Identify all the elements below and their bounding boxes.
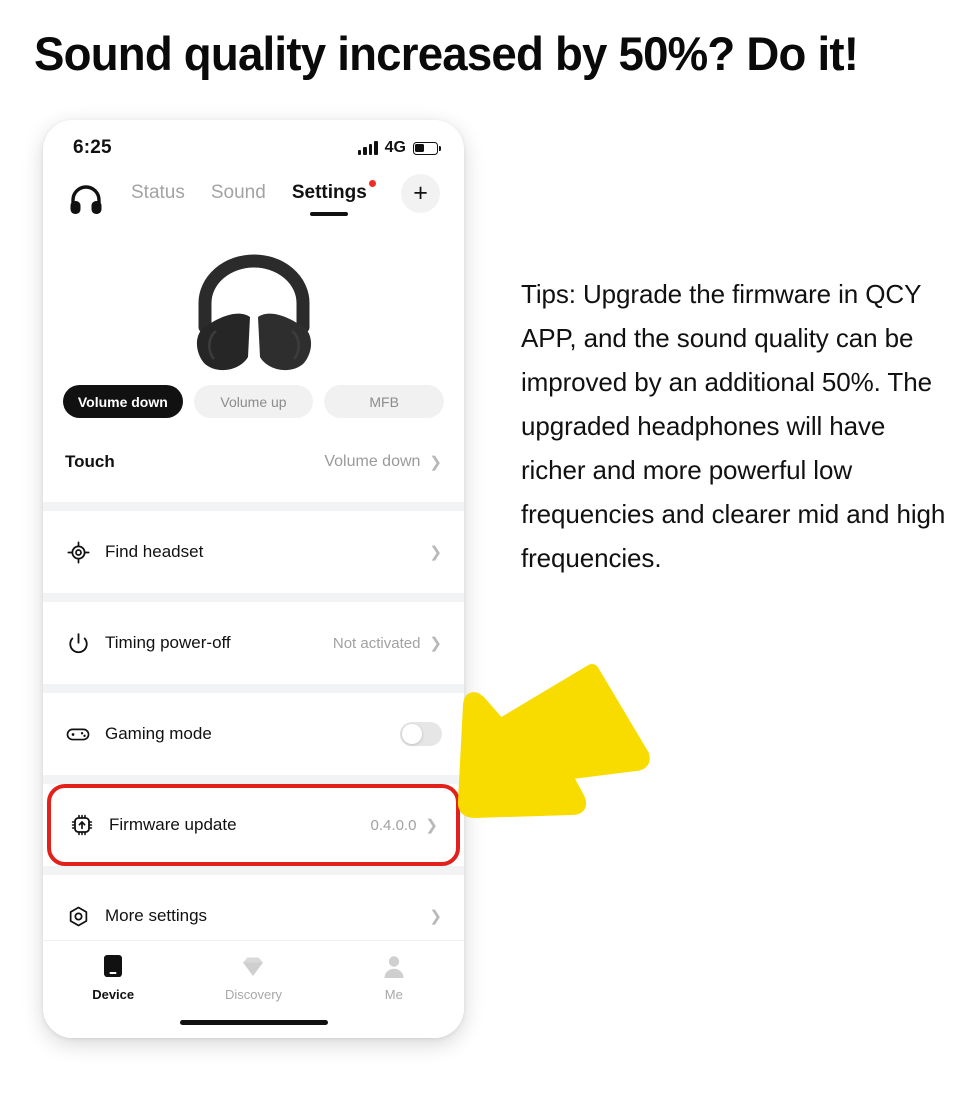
status-bar: 6:25 4G [43, 120, 464, 166]
network-label: 4G [384, 139, 406, 156]
target-icon [65, 539, 91, 565]
chevron-right-icon: ❯ [429, 453, 442, 471]
yellow-arrow-annotation [452, 663, 652, 843]
page-title: Sound quality increased by 50%? Do it! [34, 27, 859, 80]
phone-mockup: 6:25 4G Status Sound Settings + Volume d… [43, 120, 464, 1038]
chip-volume-down[interactable]: Volume down [63, 385, 183, 418]
home-indicator [179, 1020, 328, 1025]
row-gaming-mode-label: Gaming mode [105, 724, 212, 743]
tab-status[interactable]: Status [131, 182, 185, 216]
nav-item-me-label: Me [384, 987, 403, 1002]
touch-label: Touch [65, 452, 115, 471]
status-indicators: 4G [357, 139, 441, 157]
app-header: Status Sound Settings + [43, 166, 464, 229]
phone-icon [104, 955, 123, 977]
power-icon [65, 630, 91, 656]
signal-bars-icon [357, 141, 378, 155]
battery-icon [413, 141, 441, 155]
chevron-right-icon: ❯ [425, 816, 438, 834]
control-chip-group: Volume down Volume up MFB [43, 379, 464, 418]
row-gaming-mode[interactable]: Gaming mode [43, 693, 464, 775]
row-timing-power-off-label: Timing power-off [105, 633, 231, 652]
row-timing-power-off[interactable]: Timing power-off Not activated ❯ [43, 602, 464, 684]
person-icon [384, 956, 404, 978]
headphones-icon[interactable] [65, 179, 107, 219]
phone-screen: 6:25 4G Status Sound Settings + Volume d… [43, 120, 464, 1038]
touch-value-text: Volume down [324, 453, 421, 470]
tab-settings-label: Settings [291, 181, 367, 203]
list-divider [43, 684, 464, 693]
row-find-headset-label: Find headset [105, 542, 204, 561]
diamond-icon [243, 957, 264, 976]
tips-text: Tips: Upgrade the firmware in QCY APP, a… [521, 279, 946, 573]
nav-item-me[interactable]: Me [324, 954, 464, 1002]
chevron-right-icon: ❯ [429, 543, 442, 561]
status-clock: 6:25 [73, 137, 112, 158]
nut-settings-icon [65, 903, 91, 929]
nav-item-discovery-label: Discovery [224, 987, 283, 1002]
chip-volume-up[interactable]: Volume up [193, 385, 314, 418]
gamepad-icon [65, 721, 91, 747]
list-divider [43, 866, 464, 875]
tab-status-label: Status [131, 181, 185, 203]
chevron-right-icon: ❯ [429, 907, 442, 925]
nav-item-device[interactable]: Device [43, 954, 183, 1002]
tab-sound-label: Sound [210, 181, 266, 203]
chip-mfb[interactable]: MFB [324, 385, 445, 418]
row-more-settings-label: More settings [105, 906, 208, 925]
row-timing-power-off-value: Not activated [332, 634, 421, 652]
tab-sound[interactable]: Sound [211, 182, 266, 216]
row-firmware-update[interactable]: Firmware update 0.4.0.0 ❯ [47, 784, 460, 866]
gaming-mode-toggle[interactable] [400, 722, 442, 746]
touch-setting-row[interactable]: Touch Volume down ❯ [43, 418, 464, 502]
nav-item-discovery[interactable]: Discovery [183, 954, 323, 1002]
tab-settings[interactable]: Settings [291, 179, 376, 216]
touch-value: Volume down ❯ [324, 453, 442, 471]
chevron-right-icon: ❯ [429, 634, 442, 652]
notification-dot-icon [368, 179, 376, 187]
bottom-navigation: Device Discovery Me [43, 940, 464, 1038]
tab-list: Status Sound Settings [131, 179, 401, 216]
list-divider [43, 593, 464, 602]
nav-item-device-label: Device [92, 987, 135, 1002]
row-find-headset[interactable]: Find headset ❯ [43, 511, 464, 593]
promo-page: Sound quality increased by 50%? Do it! 6… [0, 0, 960, 1100]
add-device-button[interactable]: + [401, 174, 440, 213]
list-divider [43, 502, 464, 511]
firmware-update-icon [69, 812, 95, 838]
list-divider [43, 775, 464, 784]
headphones-hero-image [43, 233, 464, 379]
row-firmware-version: 0.4.0.0 [370, 816, 417, 834]
tab-active-underline [310, 211, 349, 216]
row-firmware-update-label: Firmware update [109, 815, 237, 834]
